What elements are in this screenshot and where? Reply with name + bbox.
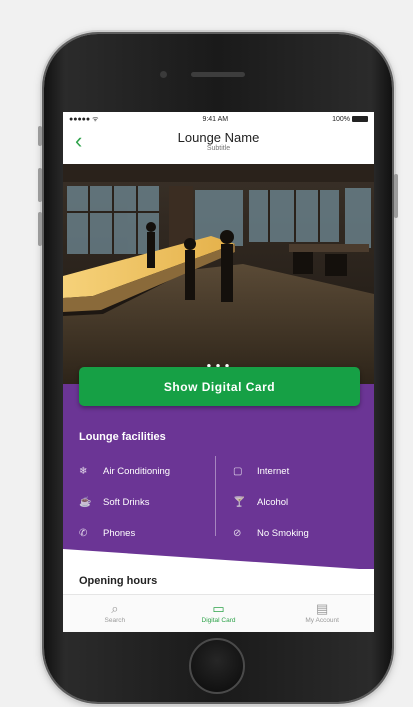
- battery-indicator: 100%: [332, 116, 368, 123]
- tab-label: My Account: [305, 617, 339, 624]
- show-digital-card-button[interactable]: Show Digital Card: [79, 367, 360, 406]
- facility-label: Soft Drinks: [103, 497, 150, 508]
- home-button[interactable]: [189, 638, 245, 694]
- card-icon: ▭: [212, 601, 225, 616]
- volume-up-button: [38, 168, 42, 202]
- internet-icon: ▢: [233, 466, 243, 477]
- alcohol-icon: 🍸: [233, 497, 246, 508]
- lounge-photo-carousel[interactable]: ● ● ●: [63, 164, 374, 384]
- facility-air-conditioning: ❄ Air Conditioning: [79, 456, 219, 487]
- tab-label: Search: [104, 617, 126, 624]
- facility-label: No Smoking: [257, 528, 309, 539]
- page-title: Lounge Name: [177, 130, 260, 145]
- search-icon: ⌕: [111, 601, 119, 616]
- tab-digital-card[interactable]: ▭ Digital Card: [167, 595, 271, 632]
- app-screen: ●●●●● ᯤ 9:41 AM 100% ‹ Lounge Name Subti…: [63, 112, 374, 632]
- facilities-title: Lounge facilities: [79, 431, 166, 443]
- facility-alcohol: 🍸 Alcohol: [233, 487, 373, 518]
- air-conditioning-icon: ❄: [79, 466, 88, 477]
- status-bar: ●●●●● ᯤ 9:41 AM 100%: [63, 112, 374, 126]
- tab-bar: ⌕ Search ▭ Digital Card ▤ My Account: [63, 594, 374, 632]
- volume-down-button: [38, 212, 42, 246]
- no-smoking-icon: ⊘: [233, 528, 242, 539]
- phone-icon: ✆: [79, 528, 88, 539]
- facilities-divider: [215, 456, 216, 536]
- opening-hours-title: Opening hours: [79, 575, 158, 587]
- tab-my-account[interactable]: ▤ My Account: [270, 595, 374, 632]
- mute-switch: [38, 126, 42, 146]
- facility-label: Internet: [257, 466, 290, 477]
- soft-drinks-icon: ☕: [79, 497, 92, 508]
- signal-indicator: ●●●●● ᯤ: [69, 115, 99, 123]
- power-button: [394, 174, 398, 218]
- facility-internet: ▢ Internet: [233, 456, 373, 487]
- facilities-right-column: ▢ Internet 🍸 Alcohol ⊘ No Smoking: [233, 456, 373, 549]
- facility-phones: ✆ Phones: [79, 518, 219, 549]
- facility-no-smoking: ⊘ No Smoking: [233, 518, 373, 549]
- battery-icon: [351, 115, 368, 122]
- phone-frame: ●●●●● ᯤ 9:41 AM 100% ‹ Lounge Name Subti…: [38, 34, 398, 702]
- status-time: 9:41 AM: [202, 115, 229, 123]
- lounge-photo: [63, 164, 374, 384]
- facility-label: Air Conditioning: [103, 466, 171, 477]
- account-icon: ▤: [316, 601, 329, 616]
- facility-soft-drinks: ☕ Soft Drinks: [79, 487, 219, 518]
- front-camera: [160, 71, 167, 78]
- facilities-left-column: ❄ Air Conditioning ☕ Soft Drinks ✆ Phone…: [79, 456, 219, 549]
- tab-label: Digital Card: [201, 617, 236, 624]
- facility-label: Phones: [103, 528, 136, 539]
- navigation-bar: ‹ Lounge Name Subtitle: [63, 126, 374, 164]
- facility-label: Alcohol: [257, 497, 289, 508]
- tab-search[interactable]: ⌕ Search: [63, 595, 167, 632]
- page-subtitle: Subtitle: [206, 145, 231, 152]
- earpiece-speaker: [191, 72, 245, 77]
- chevron-left-icon[interactable]: ‹: [75, 128, 82, 154]
- facilities-panel: Lounge facilities ❄ Air Conditioning ☕ S…: [63, 384, 374, 570]
